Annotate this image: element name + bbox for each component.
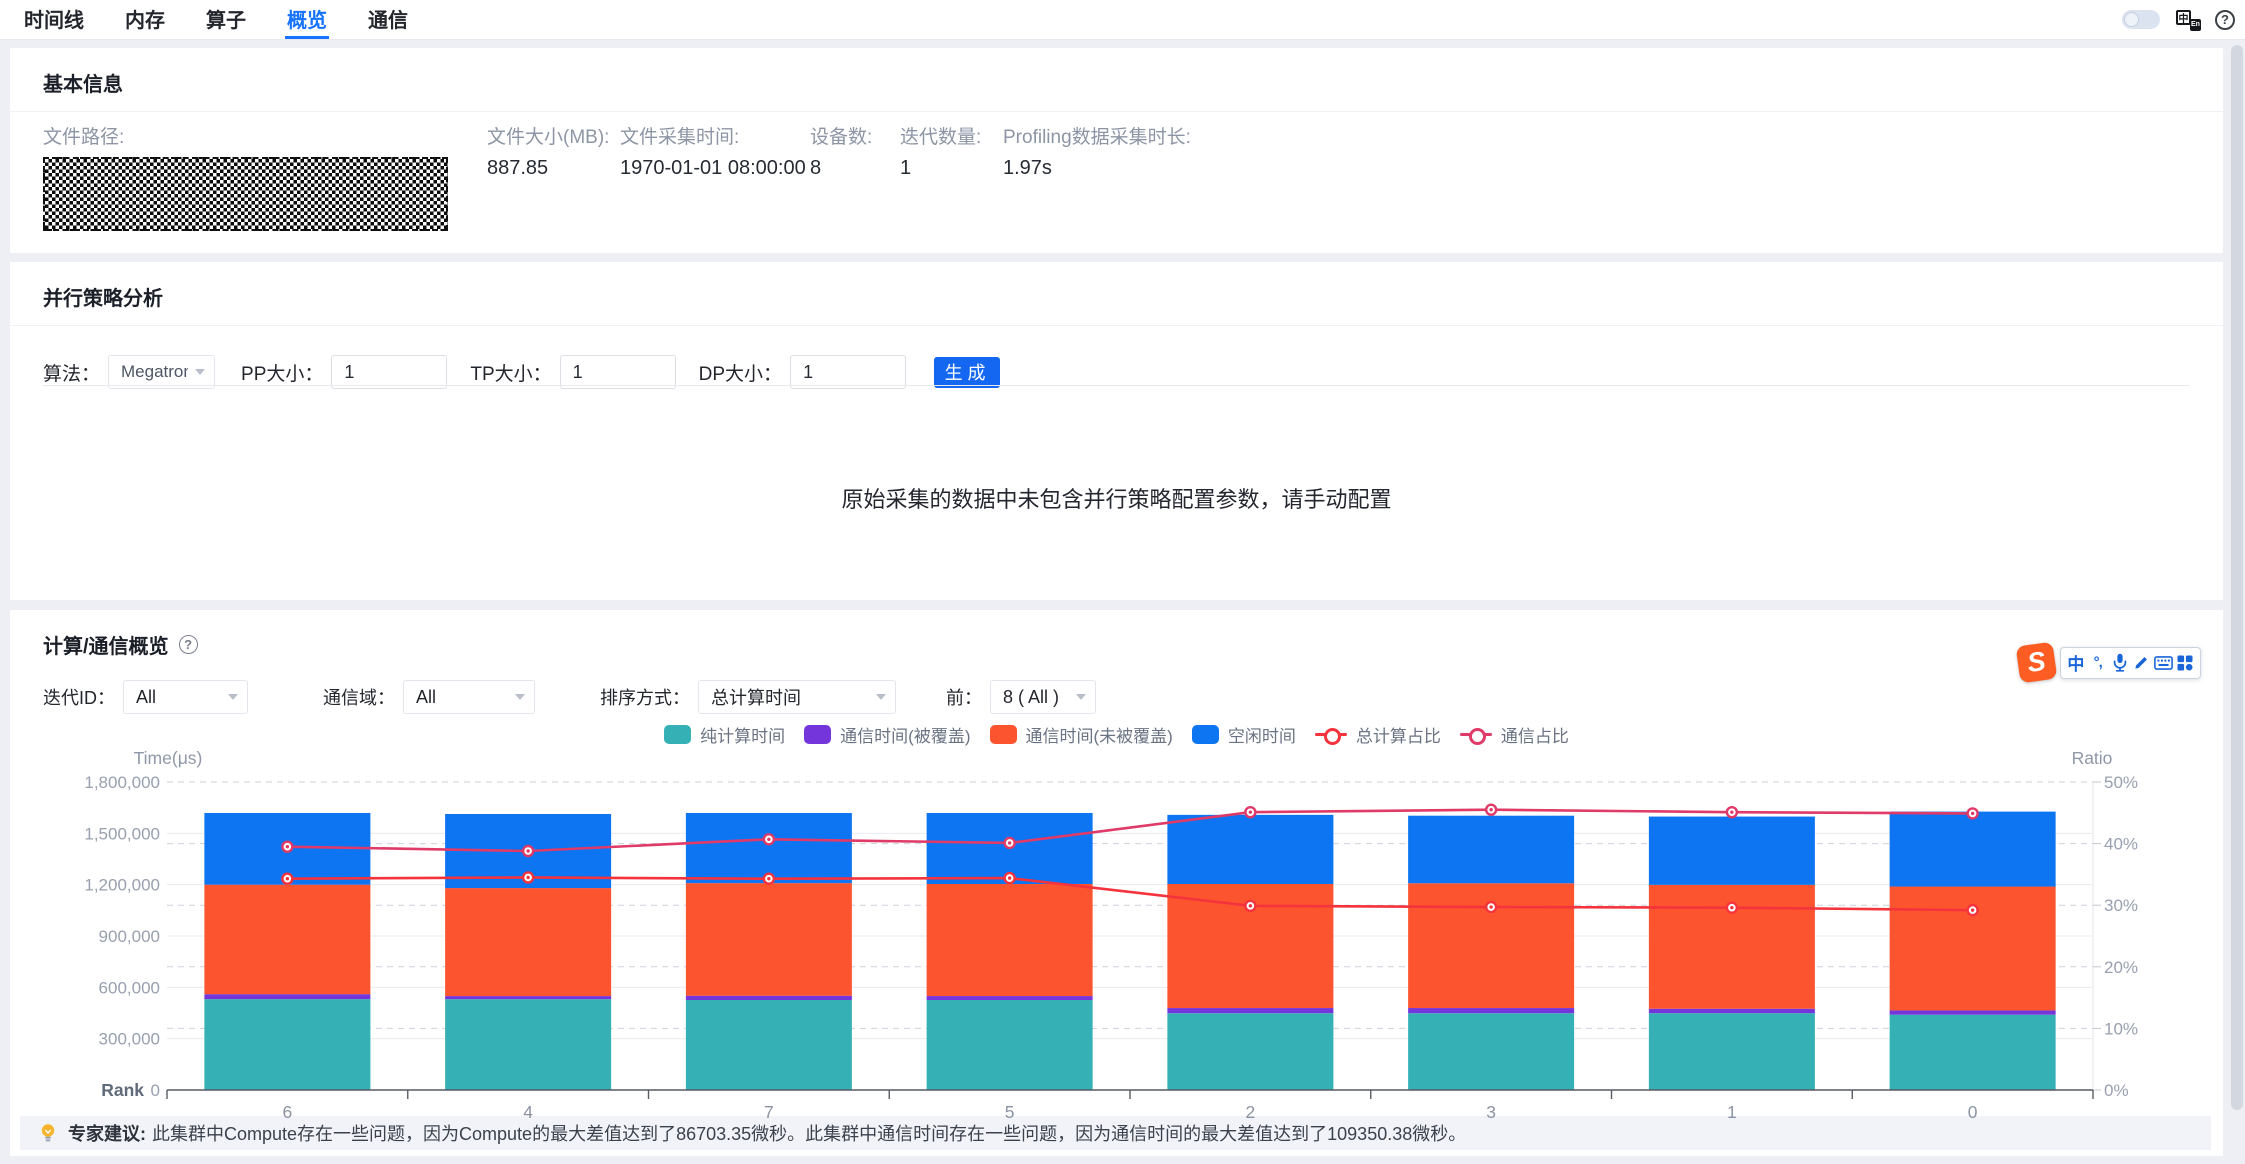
tab-operator[interactable]: 算子: [204, 0, 248, 39]
language-translate-icon[interactable]: 中 En: [2176, 9, 2201, 31]
svg-text:0%: 0%: [2104, 1081, 2129, 1100]
svg-text:6: 6: [283, 1102, 293, 1122]
tab-memory[interactable]: 内存: [123, 0, 167, 39]
svg-text:7: 7: [764, 1102, 774, 1122]
svg-text:300,000: 300,000: [99, 1030, 160, 1049]
scrollbar-track: [2230, 41, 2244, 1164]
svg-text:5: 5: [1005, 1102, 1015, 1122]
compute-communication-chart[interactable]: 6 4 7 5 2 3 1 0 1,800,000 1,500,000 1,200,000 900,0…: [0, 0, 2245, 1164]
svg-text:10%: 10%: [2104, 1019, 2138, 1038]
tab-communication[interactable]: 通信: [366, 0, 410, 39]
svg-text:900,000: 900,000: [99, 927, 160, 946]
svg-text:40%: 40%: [2104, 835, 2138, 854]
svg-text:20%: 20%: [2104, 958, 2138, 977]
help-icon[interactable]: ?: [2215, 10, 2235, 30]
bars-group: [204, 812, 2055, 1090]
sogou-logo-icon[interactable]: S: [2016, 642, 2058, 684]
top-navigation-bar: 时间线 内存 算子 概览 通信 中 En ?: [0, 0, 2245, 40]
translate-en-icon: En: [2190, 19, 2201, 31]
svg-text:1: 1: [1727, 1102, 1737, 1122]
bar-rank-5: [927, 813, 1093, 1090]
ime-toolbar-pill: 中 °,: [2060, 647, 2201, 679]
scrollbar-thumb[interactable]: [2231, 45, 2243, 1110]
bar-rank-0: [1890, 812, 2056, 1090]
tab-overview[interactable]: 概览: [285, 0, 329, 39]
ime-toolbox-icon[interactable]: [2175, 652, 2195, 674]
ime-microphone-icon[interactable]: [2110, 652, 2130, 674]
tab-timeline[interactable]: 时间线: [22, 0, 86, 39]
nav-tabs: 时间线 内存 算子 概览 通信: [22, 0, 447, 39]
ime-punctuation-icon[interactable]: °,: [2088, 652, 2108, 674]
theme-toggle[interactable]: [2122, 10, 2160, 29]
bar-rank-3: [1408, 816, 1574, 1090]
svg-text:0: 0: [1968, 1102, 1978, 1122]
ime-toolbar: S 中 °,: [2018, 644, 2201, 681]
svg-text:600,000: 600,000: [99, 978, 160, 997]
bar-rank-2: [1167, 815, 1333, 1090]
svg-text:3: 3: [1486, 1102, 1496, 1122]
bar-rank-7: [686, 813, 852, 1090]
ime-handwriting-icon[interactable]: [2131, 652, 2151, 674]
svg-text:30%: 30%: [2104, 896, 2138, 915]
svg-text:1,500,000: 1,500,000: [84, 824, 160, 843]
svg-text:1,200,000: 1,200,000: [84, 876, 160, 895]
svg-text:0: 0: [151, 1081, 160, 1100]
svg-text:4: 4: [523, 1102, 533, 1122]
toggle-knob-icon: [2124, 12, 2139, 27]
translate-zh-icon: 中: [2176, 10, 2191, 25]
svg-text:Time(μs): Time(μs): [134, 748, 203, 768]
ime-chinese-mode-icon[interactable]: 中: [2066, 652, 2086, 674]
svg-text:1,800,000: 1,800,000: [84, 773, 160, 792]
svg-text:2: 2: [1246, 1102, 1256, 1122]
svg-text:50%: 50%: [2104, 773, 2138, 792]
svg-text:Ratio: Ratio: [2072, 748, 2113, 768]
ime-keyboard-icon[interactable]: [2153, 652, 2173, 674]
bar-rank-6: [204, 813, 370, 1090]
bar-rank-1: [1649, 817, 1815, 1090]
svg-text:Rank: Rank: [101, 1080, 144, 1100]
